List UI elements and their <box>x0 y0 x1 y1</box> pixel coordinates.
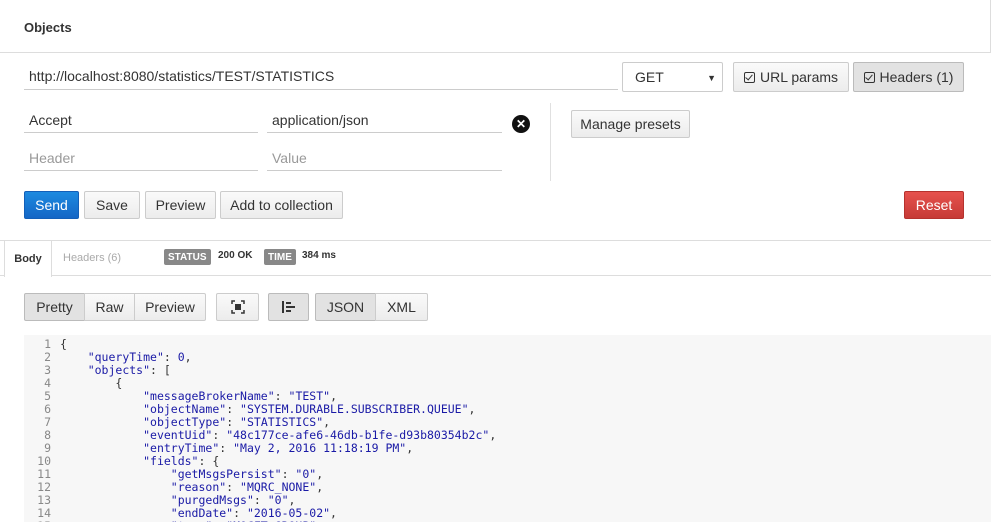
page-title: Objects <box>24 20 72 35</box>
edit-checkbox-icon <box>863 71 875 83</box>
view-raw-button[interactable]: Raw <box>84 293 135 321</box>
fullscreen-icon <box>230 300 245 314</box>
app-header: Objects <box>0 0 991 53</box>
wrap-lines-icon <box>281 301 295 313</box>
editor-divider <box>550 103 551 181</box>
preview-button[interactable]: Preview <box>145 191 216 219</box>
save-button[interactable]: Save <box>84 191 140 219</box>
header-value-input[interactable] <box>267 107 502 133</box>
tab-headers[interactable]: Headers (6) <box>63 252 121 264</box>
new-header-value-input[interactable] <box>267 145 502 171</box>
format-json-button[interactable]: JSON <box>315 293 376 321</box>
url-params-button[interactable]: URL params <box>733 62 849 92</box>
method-select[interactable]: GET ▼ <box>622 62 723 92</box>
caret-down-icon: ▼ <box>707 73 716 83</box>
headers-button[interactable]: Headers (1) <box>853 62 964 92</box>
reset-button[interactable]: Reset <box>904 191 964 219</box>
time-value: 384 ms <box>302 250 336 261</box>
format-xml-button[interactable]: XML <box>375 293 428 321</box>
expand-button[interactable] <box>216 293 259 321</box>
time-badge: TIME <box>264 249 296 265</box>
header-key-input[interactable] <box>24 107 258 133</box>
send-button[interactable]: Send <box>24 191 79 219</box>
headers-button-label: Headers (1) <box>879 69 954 85</box>
method-select-value: GET <box>635 69 664 85</box>
response-body-code[interactable]: 1{2 "queryTime": 0, 3 "objects": [4 {5 "m… <box>24 335 991 522</box>
add-to-collection-button[interactable]: Add to collection <box>220 191 343 219</box>
manage-presets-button[interactable]: Manage presets <box>571 110 690 138</box>
url-input[interactable] <box>24 62 618 90</box>
response-tab-bar <box>0 241 991 276</box>
edit-checkbox-icon <box>743 71 755 83</box>
new-header-key-input[interactable] <box>24 145 258 171</box>
status-value: 200 OK <box>218 250 253 261</box>
wrap-toggle-button[interactable] <box>268 293 309 321</box>
remove-header-icon[interactable]: ✕ <box>512 115 530 133</box>
status-badge: STATUS <box>164 249 211 265</box>
tab-body[interactable]: Body <box>4 241 52 277</box>
view-pretty-button[interactable]: Pretty <box>24 293 85 321</box>
view-preview-button[interactable]: Preview <box>134 293 206 321</box>
url-params-label: URL params <box>759 69 839 85</box>
